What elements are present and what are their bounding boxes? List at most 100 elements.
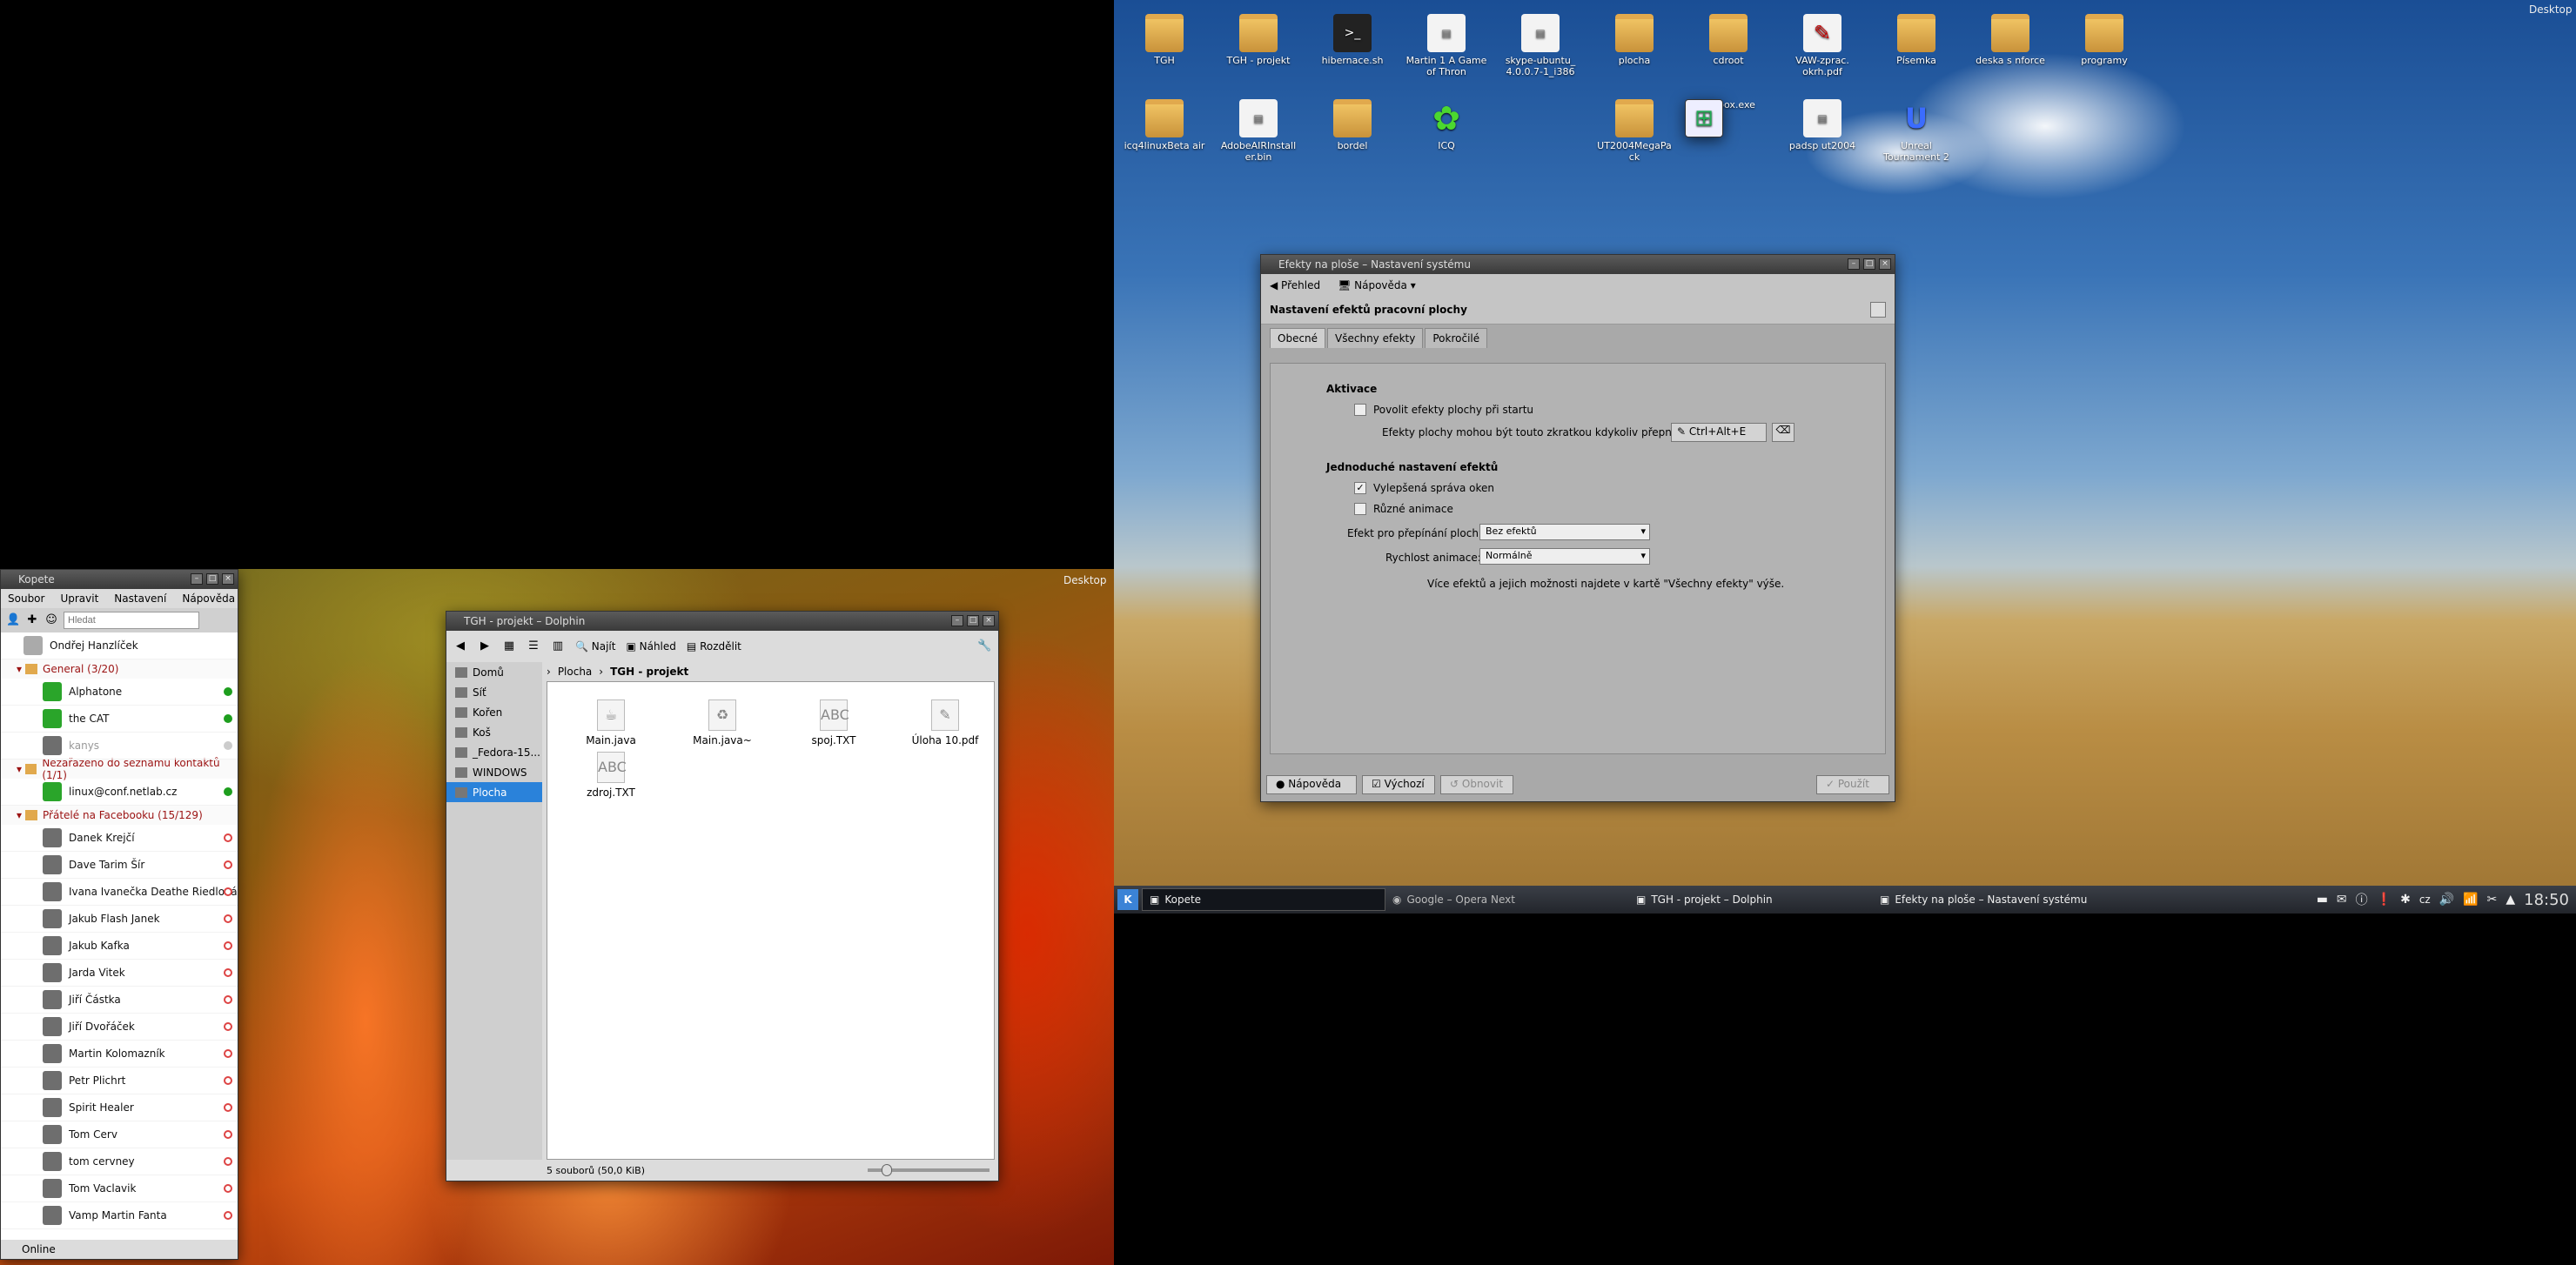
help-button[interactable]: ● Nápověda xyxy=(1266,775,1357,794)
contact-row[interactable]: Alphatone xyxy=(1,679,238,706)
menu-soubor[interactable]: Soubor xyxy=(8,592,44,605)
find-button[interactable]: 🔍 Najít xyxy=(575,640,615,653)
contact-row[interactable]: Petr Plichrt xyxy=(1,1068,238,1094)
desktop-icon-icons1-1[interactable]: TGH - projekt xyxy=(1215,14,1302,66)
desktop-icon-icons2-7[interactable]: U Unreal Tournament 2 xyxy=(1873,99,1960,164)
dolphin-titlebar[interactable]: TGH - projekt – Dolphin – □ × xyxy=(446,612,998,631)
contact-group[interactable]: ▾ Přátelé na Facebooku (15/129) xyxy=(1,806,238,825)
place-item[interactable]: Domů xyxy=(446,662,542,682)
add-icon[interactable]: ✚ xyxy=(25,613,39,627)
tab-all-effects[interactable]: Všechny efekty xyxy=(1327,328,1424,348)
checkbox-box[interactable] xyxy=(1354,503,1366,515)
overview-button[interactable]: ◀ Přehled xyxy=(1270,279,1320,291)
network-icon[interactable]: 📶 xyxy=(2463,893,2478,907)
menu-napoveda[interactable]: Nápověda xyxy=(182,592,235,605)
contact-row[interactable]: Jarda Vitek xyxy=(1,960,238,987)
icons-view-icon[interactable]: ▦ xyxy=(502,639,516,653)
contact-row[interactable]: Ivana Ivanečka Deathe Riedlová xyxy=(1,879,238,906)
file-item[interactable]: ☕ Main.java xyxy=(572,699,650,746)
contact-row[interactable]: linux@conf.netlab.cz xyxy=(1,779,238,806)
place-item[interactable]: WINDOWS xyxy=(446,762,542,782)
split-button[interactable]: ▤ Rozdělit xyxy=(687,640,741,653)
back-arrow-icon[interactable]: ◀ xyxy=(453,639,467,653)
preview-button[interactable]: ▣ Náhled xyxy=(626,640,675,653)
desktop-icon-icons1-7[interactable]: ✎ VAW-zprac. okrh.pdf xyxy=(1779,14,1866,77)
desktop-icon-icons1-8[interactable]: Písemka xyxy=(1873,14,1960,66)
place-item[interactable]: Kořen xyxy=(446,702,542,722)
desktop-icon-icons1-5[interactable]: plocha xyxy=(1591,14,1678,66)
desktop-icon-icons2-4[interactable]: UT2004MegaPa ck xyxy=(1591,99,1678,163)
close-button[interactable]: × xyxy=(983,615,995,626)
file-item[interactable]: ABC spoj.TXT xyxy=(795,699,873,746)
minimize-button[interactable]: – xyxy=(951,615,963,626)
menu-nastaveni[interactable]: Nastavení xyxy=(114,592,166,605)
user-icon[interactable]: ☺ xyxy=(44,613,58,627)
anim-speed-select[interactable]: Normálně xyxy=(1479,548,1650,565)
add-contact-icon[interactable]: 👤 xyxy=(6,613,20,627)
place-item[interactable]: Síť xyxy=(446,682,542,702)
tools-icon[interactable]: ✂ xyxy=(2487,893,2498,907)
checkbox-box[interactable] xyxy=(1354,404,1366,416)
contact-group[interactable]: ▾ Nezařazeno do seznamu kontaktů (1/1) xyxy=(1,757,238,781)
zoom-slider[interactable] xyxy=(868,1164,989,1176)
defaults-button[interactable]: ☑ Výchozí xyxy=(1362,775,1435,794)
place-item[interactable]: Plocha xyxy=(446,782,542,802)
desktop-icon-icons1-2[interactable]: >_ hibernace.sh xyxy=(1309,14,1396,66)
desktop-icon-icons2-6[interactable]: ▤ padsp ut2004 xyxy=(1779,99,1866,151)
contact-row[interactable]: Tom Cerv xyxy=(1,1121,238,1148)
wrench-icon[interactable]: 🔧 xyxy=(977,639,991,653)
arrow-up-icon[interactable]: ▲ xyxy=(2506,893,2515,907)
contact-row[interactable]: tom cervney xyxy=(1,1148,238,1175)
search-input[interactable] xyxy=(64,612,199,629)
contact-row[interactable]: kanys xyxy=(1,733,238,760)
chevron-down-icon[interactable]: ▾ xyxy=(17,809,22,821)
task-effects[interactable]: ▣ Efekty na ploše – Nastavení systému xyxy=(1873,888,2134,911)
checkbox-box[interactable]: ✓ xyxy=(1354,482,1366,494)
maximize-button[interactable]: □ xyxy=(206,573,218,585)
clock[interactable]: 18:50 xyxy=(2524,891,2569,909)
details-view-icon[interactable]: ☰ xyxy=(527,639,540,653)
shortcut-button[interactable]: ✎ Ctrl+Alt+E xyxy=(1671,423,1767,442)
desktop-icon-icons1-0[interactable]: TGH xyxy=(1121,14,1208,66)
breadcrumb-parent[interactable]: Plocha xyxy=(558,666,592,678)
desktop-icon-icons1-4[interactable]: ▤ skype-ubuntu_ 4.0.0.7-1_i386 xyxy=(1497,14,1584,77)
clear-shortcut-icon[interactable]: ⌫ xyxy=(1772,423,1794,442)
apply-button[interactable]: ✓ Použít xyxy=(1816,775,1889,794)
desktop-icon-icons1-10[interactable]: programy xyxy=(2061,14,2148,66)
reset-button[interactable]: ↺ Obnovit xyxy=(1440,775,1513,794)
info-icon[interactable]: ⓘ xyxy=(2356,891,2368,908)
contact-row[interactable]: Jakub Flash Janek xyxy=(1,906,238,933)
desktop-icon-icons2-2[interactable]: bordel xyxy=(1309,99,1396,151)
desktop-icon-icons2-0[interactable]: icq4linuxBeta air xyxy=(1121,99,1208,151)
mail-icon[interactable]: ✉ xyxy=(2337,893,2347,907)
maximize-button[interactable]: □ xyxy=(1863,258,1875,270)
breadcrumb-current[interactable]: TGH - projekt xyxy=(610,666,688,678)
task-opera[interactable]: ◉ Google – Opera Next xyxy=(1385,888,1629,911)
desktop-icon-icons2-1[interactable]: ▤ AdobeAIRInstall er.bin xyxy=(1215,99,1302,163)
tab-general[interactable]: Obecné xyxy=(1270,328,1326,348)
keyboard-layout[interactable]: cz xyxy=(2419,894,2431,906)
notification-icon[interactable]: ❗ xyxy=(2377,893,2392,907)
desk-switch-select[interactable]: Bez efektů xyxy=(1479,524,1650,540)
minimize-button[interactable]: – xyxy=(191,573,203,585)
enable-startup-checkbox[interactable]: Povolit efekty plochy při startu xyxy=(1354,404,1533,416)
desktop-icon-icons2-5[interactable]: ⊞ winbox.exe xyxy=(1685,99,1772,137)
maximize-button[interactable]: □ xyxy=(967,615,979,626)
place-item[interactable]: _Fedora-15... xyxy=(446,742,542,762)
menu-upravit[interactable]: Upravit xyxy=(60,592,98,605)
zoom-slider-handle[interactable] xyxy=(882,1164,892,1176)
chevron-down-icon[interactable]: ▾ xyxy=(17,763,22,775)
columns-view-icon[interactable]: ▥ xyxy=(551,639,565,653)
contact-row[interactable]: Jakub Kafka xyxy=(1,933,238,960)
forward-arrow-icon[interactable]: ▶ xyxy=(478,639,492,653)
contact-row[interactable]: Jiří Částka xyxy=(1,987,238,1014)
effects-titlebar[interactable]: Efekty na ploše – Nastavení systému – □ … xyxy=(1261,255,1895,274)
contact-row[interactable]: Martin Kolomazník xyxy=(1,1041,238,1068)
task-kopete[interactable]: ▣ Kopete xyxy=(1142,888,1385,911)
animations-checkbox[interactable]: Různé animace xyxy=(1354,503,1453,515)
kopete-titlebar[interactable]: Kopete – □ × xyxy=(1,570,238,589)
desktop-icon-icons1-6[interactable]: cdroot xyxy=(1685,14,1772,66)
contact-row[interactable]: Tom Vaclavik xyxy=(1,1175,238,1202)
chevron-down-icon[interactable]: ▾ xyxy=(17,663,22,675)
close-button[interactable]: × xyxy=(1879,258,1891,270)
